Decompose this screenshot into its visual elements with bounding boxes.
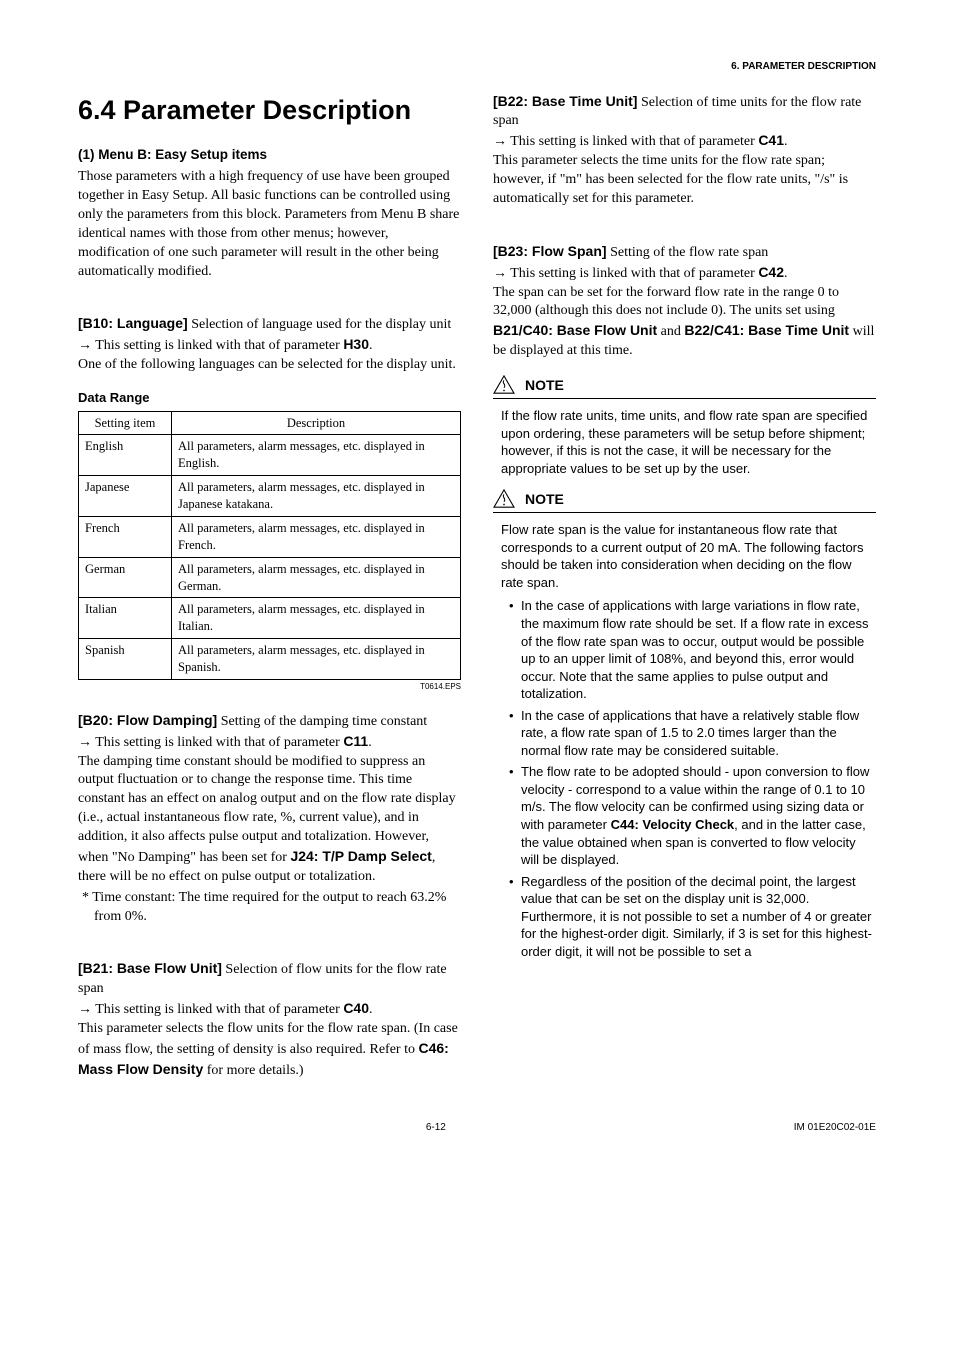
cell-val: All parameters, alarm messages, etc. dis… (172, 476, 461, 517)
b23-mid: and (657, 324, 684, 339)
table-row: ItalianAll parameters, alarm messages, e… (79, 598, 461, 639)
b22-link: → This setting is linked with that of pa… (493, 131, 876, 152)
b23-body-a: The span can be set for the forward flow… (493, 285, 839, 319)
cell-key: Spanish (79, 639, 172, 680)
note-divider (493, 512, 876, 513)
table-row: SpanishAll parameters, alarm messages, e… (79, 639, 461, 680)
th-setting-item: Setting item (79, 411, 172, 435)
table-row: JapaneseAll parameters, alarm messages, … (79, 476, 461, 517)
b10-body: One of the following languages can be se… (78, 356, 461, 375)
b23-link-code: C42 (758, 264, 784, 280)
b10-link: → This setting is linked with that of pa… (78, 335, 461, 356)
note-label: NOTE (525, 376, 564, 395)
table-header-row: Setting item Description (79, 411, 461, 435)
b21-link-code: C40 (343, 1000, 369, 1016)
note-head: NOTE (493, 489, 876, 509)
b21-link-pre: → This setting is linked with that of pa… (78, 1002, 343, 1017)
note-label: NOTE (525, 490, 564, 509)
b20-heading: [B20: Flow Damping] Setting of the dampi… (78, 711, 461, 732)
b23-body: The span can be set for the forward flow… (493, 284, 876, 362)
menu-b-heading: (1) Menu B: Easy Setup items (78, 146, 461, 164)
doc-id: IM 01E20C02-01E (794, 1121, 876, 1135)
page-number: 6-12 (426, 1121, 446, 1135)
note2-lead: Flow rate span is the value for instanta… (501, 522, 864, 590)
b10-link-pre: → This setting is linked with that of pa… (78, 338, 343, 353)
b23-after: Setting of the flow rate span (607, 245, 769, 260)
note-divider (493, 398, 876, 399)
b21-link: → This setting is linked with that of pa… (78, 999, 461, 1020)
b21-label: [B21: Base Flow Unit] (78, 960, 222, 976)
b23-link-pre: → This setting is linked with that of pa… (493, 266, 758, 281)
b21-heading: [B21: Base Flow Unit] Selection of flow … (78, 959, 461, 999)
note-block-1: NOTE If the flow rate units, time units,… (493, 375, 876, 477)
b21-body: This parameter selects the flow units fo… (78, 1020, 461, 1081)
menu-b-body: Those parameters with a high frequency o… (78, 168, 461, 281)
cell-val: All parameters, alarm messages, etc. dis… (172, 516, 461, 557)
th-description: Description (172, 411, 461, 435)
note-body: If the flow rate units, time units, and … (493, 407, 876, 477)
list-item: In the case of applications that have a … (509, 707, 876, 760)
b10-after: Selection of language used for the displ… (188, 317, 452, 332)
data-range-label: Data Range (78, 389, 461, 407)
note-body: Flow rate span is the value for instanta… (493, 521, 876, 960)
b22-link-pre: → This setting is linked with that of pa… (493, 134, 758, 149)
b20-link-pre: → This setting is linked with that of pa… (78, 735, 343, 750)
two-column-layout: 6.4 Parameter Description (1) Menu B: Ea… (78, 92, 876, 1095)
cell-key: English (79, 435, 172, 476)
page-footer: 6-12 IM 01E20C02-01E (78, 1121, 876, 1135)
b20-footnote: * Time constant: The time required for t… (78, 889, 461, 927)
b22-body: This parameter selects the time units fo… (493, 152, 876, 209)
page-header-breadcrumb: 6. PARAMETER DESCRIPTION (78, 60, 876, 74)
cell-val: All parameters, alarm messages, etc. dis… (172, 598, 461, 639)
cell-val: All parameters, alarm messages, etc. dis… (172, 557, 461, 598)
cell-key: German (79, 557, 172, 598)
note2-bullets: In the case of applications with large v… (501, 597, 876, 960)
b20-body: The damping time constant should be modi… (78, 753, 461, 887)
table-row: FrenchAll parameters, alarm messages, et… (79, 516, 461, 557)
b23-link: → This setting is linked with that of pa… (493, 263, 876, 284)
table-footnote: T0614.EPS (78, 682, 461, 693)
b23-label: [B23: Flow Span] (493, 243, 607, 259)
b21-body-a: This parameter selects the flow units fo… (78, 1021, 458, 1057)
b23-code2: B22/C41: Base Time Unit (684, 322, 849, 338)
right-column: [B22: Base Time Unit] Selection of time … (493, 92, 876, 1095)
table-row: GermanAll parameters, alarm messages, et… (79, 557, 461, 598)
list-item: In the case of applications with large v… (509, 597, 876, 702)
b20-link-code: C11 (343, 733, 368, 749)
section-title: 6.4 Parameter Description (78, 92, 461, 128)
note-head: NOTE (493, 375, 876, 395)
b22-heading: [B22: Base Time Unit] Selection of time … (493, 92, 876, 132)
cell-key: Italian (79, 598, 172, 639)
note-icon (493, 489, 515, 509)
list-item: The flow rate to be adopted should - upo… (509, 763, 876, 868)
cell-val: All parameters, alarm messages, etc. dis… (172, 435, 461, 476)
b22-link-code: C41 (758, 132, 784, 148)
cell-key: French (79, 516, 172, 557)
cell-val: All parameters, alarm messages, etc. dis… (172, 639, 461, 680)
note-block-2: NOTE Flow rate span is the value for ins… (493, 489, 876, 960)
language-table: Setting item Description EnglishAll para… (78, 411, 461, 680)
b21-body-b: for more details.) (203, 1063, 303, 1078)
b20-label: [B20: Flow Damping] (78, 712, 217, 728)
b20-after: Setting of the damping time constant (217, 714, 427, 729)
list-item: Regardless of the position of the decima… (509, 873, 876, 961)
b23-heading: [B23: Flow Span] Setting of the flow rat… (493, 242, 876, 263)
b22-label: [B22: Base Time Unit] (493, 93, 637, 109)
note-icon (493, 375, 515, 395)
cell-key: Japanese (79, 476, 172, 517)
b10-heading: [B10: Language] Selection of language us… (78, 314, 461, 335)
b20-link: → This setting is linked with that of pa… (78, 732, 461, 753)
b10-label: [B10: Language] (78, 315, 188, 331)
left-column: 6.4 Parameter Description (1) Menu B: Ea… (78, 92, 461, 1095)
bullet3-code: C44: Velocity Check (611, 817, 735, 832)
b23-code1: B21/C40: Base Flow Unit (493, 322, 657, 338)
b10-link-code: H30 (343, 336, 369, 352)
table-row: EnglishAll parameters, alarm messages, e… (79, 435, 461, 476)
b20-body-code: J24: T/P Damp Select (290, 848, 431, 864)
